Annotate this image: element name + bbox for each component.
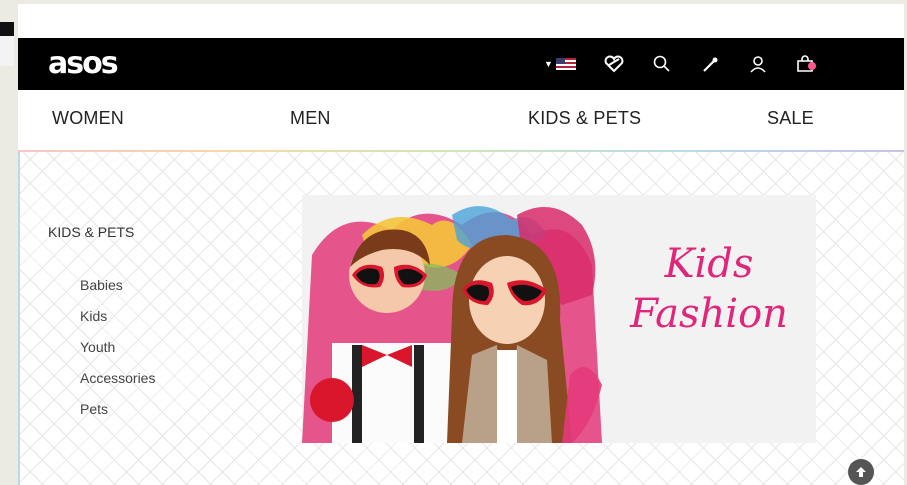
asos-page: asos ▼ WOMEN MEN KIDS & PETS SALE KIDS &… xyxy=(18,4,904,485)
shopping-bag-icon xyxy=(797,55,816,72)
sidebar-title: KIDS & PETS xyxy=(48,224,135,240)
kids-fashion-banner[interactable]: Kids Fashion xyxy=(302,195,816,443)
saved-items-heart-icon xyxy=(604,55,624,73)
top-header-bar: asos ▼ xyxy=(18,38,904,90)
asos-logo[interactable]: asos xyxy=(48,46,119,82)
nav-men[interactable]: MEN xyxy=(290,108,331,129)
scroll-to-top-button[interactable] xyxy=(848,459,874,485)
country-flag-us-icon xyxy=(555,58,576,70)
search-icon xyxy=(653,55,670,72)
banner-headline-line2: Fashion xyxy=(630,291,788,337)
arrow-up-icon xyxy=(856,467,866,477)
nav-sale[interactable]: SALE xyxy=(767,108,814,129)
top-gap xyxy=(18,4,904,38)
banner-headline-line1: Kids xyxy=(664,241,754,287)
banner-headline: Kids Fashion xyxy=(614,239,804,339)
sidebar-item-babies[interactable]: Babies xyxy=(80,276,155,307)
nav-kids-pets[interactable]: KIDS & PETS xyxy=(528,108,641,129)
saved-items-button[interactable] xyxy=(590,38,638,90)
window-edge-light xyxy=(0,36,14,66)
country-selector[interactable]: ▼ xyxy=(530,38,590,90)
sidebar-item-accessories[interactable]: Accessories xyxy=(80,369,155,400)
sidebar-item-pets[interactable]: Pets xyxy=(80,400,155,431)
sidebar-menu: Babies Kids Youth Accessories Pets xyxy=(80,276,155,431)
dropdown-caret-icon: ▼ xyxy=(544,59,553,69)
wand-icon xyxy=(703,57,718,72)
sidebar-item-kids[interactable]: Kids xyxy=(80,307,155,338)
account-button[interactable] xyxy=(734,38,782,90)
search-button[interactable] xyxy=(638,38,686,90)
window-edge xyxy=(0,22,14,36)
bag-button[interactable] xyxy=(782,38,830,90)
main-nav: WOMEN MEN KIDS & PETS SALE xyxy=(18,90,904,150)
wand-button[interactable] xyxy=(686,38,734,90)
nav-women[interactable]: WOMEN xyxy=(52,108,124,129)
header-icons: ▼ xyxy=(530,38,830,90)
sidebar-item-youth[interactable]: Youth xyxy=(80,338,155,369)
content-area: KIDS & PETS Babies Kids Youth Accessorie… xyxy=(18,152,904,485)
account-user-icon xyxy=(750,56,766,73)
